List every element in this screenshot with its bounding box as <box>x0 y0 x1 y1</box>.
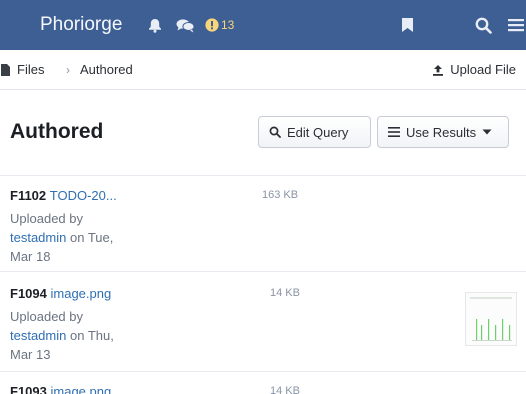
top-navigation-bar: Phoriorge 13 <box>0 0 526 50</box>
uploaded-by-label: Uploaded by <box>10 211 83 226</box>
app-title[interactable]: Phoriorge <box>40 0 122 50</box>
file-name-link[interactable]: TODO-20... <box>50 188 117 203</box>
upload-file-label: Upload File <box>450 62 516 77</box>
upload-info: Uploaded by testadmin on Thu, Mar 13 <box>10 307 140 364</box>
bookmark-icon[interactable] <box>399 0 415 50</box>
upload-day: on Thu, <box>70 328 114 343</box>
chart-thumbnail-image <box>470 297 512 341</box>
file-id: F1102 <box>10 188 47 203</box>
edit-query-button[interactable]: Edit Query <box>258 116 371 148</box>
image-thumbnail[interactable] <box>465 292 517 346</box>
file-icon <box>0 50 10 90</box>
uploader-link[interactable]: testadmin <box>10 328 66 343</box>
uploader-link[interactable]: testadmin <box>10 230 66 245</box>
file-list-item[interactable]: F1094 image.png 14 KB Uploaded by testad… <box>0 272 526 372</box>
file-list-item[interactable]: F1093 image.png 14 KB <box>0 372 526 394</box>
file-size: 14 KB <box>270 385 300 394</box>
file-id: F1093 <box>10 384 47 394</box>
page-header: Authored Edit Query Use Results <box>0 90 526 176</box>
upload-info: Uploaded by testadmin on Tue, Mar 18 <box>10 209 140 266</box>
file-title: F1102 TODO-20... <box>10 188 117 203</box>
file-id: F1094 <box>10 286 47 301</box>
search-icon[interactable] <box>473 0 493 50</box>
uploaded-by-label: Uploaded by <box>10 309 83 324</box>
breadcrumb-current[interactable]: Authored <box>80 50 133 90</box>
chat-bubbles-icon[interactable] <box>174 0 196 50</box>
upload-day: on Tue, <box>70 230 114 245</box>
file-title: F1094 image.png <box>10 286 111 301</box>
page-title: Authored <box>10 120 104 143</box>
breadcrumb: Files › Authored Upload File <box>0 50 526 90</box>
breadcrumb-files[interactable]: Files <box>17 50 44 90</box>
use-results-button[interactable]: Use Results <box>377 116 509 148</box>
file-name-link[interactable]: image.png <box>51 286 112 301</box>
alert-count-badge[interactable]: 13 <box>221 0 234 50</box>
list-icon <box>388 127 400 137</box>
file-name-link[interactable]: image.png <box>51 384 112 394</box>
breadcrumb-separator: › <box>66 63 70 77</box>
use-results-label: Use Results <box>406 124 477 140</box>
upload-date: Mar 13 <box>10 347 51 362</box>
file-size: 14 KB <box>270 287 300 299</box>
file-size: 163 KB <box>262 189 299 201</box>
bell-icon[interactable] <box>146 0 164 50</box>
edit-query-label: Edit Query <box>287 124 349 140</box>
upload-file-button[interactable]: Upload File <box>432 50 516 90</box>
upload-icon <box>433 65 444 76</box>
menu-icon[interactable] <box>506 0 526 50</box>
upload-date: Mar 18 <box>10 249 51 264</box>
file-list-item[interactable]: F1102 TODO-20... 163 KB Uploaded by test… <box>0 176 526 272</box>
search-icon <box>269 126 281 138</box>
file-title: F1093 image.png <box>10 384 111 394</box>
exclamation-circle-icon[interactable] <box>204 0 220 50</box>
caret-down-icon <box>482 129 492 135</box>
